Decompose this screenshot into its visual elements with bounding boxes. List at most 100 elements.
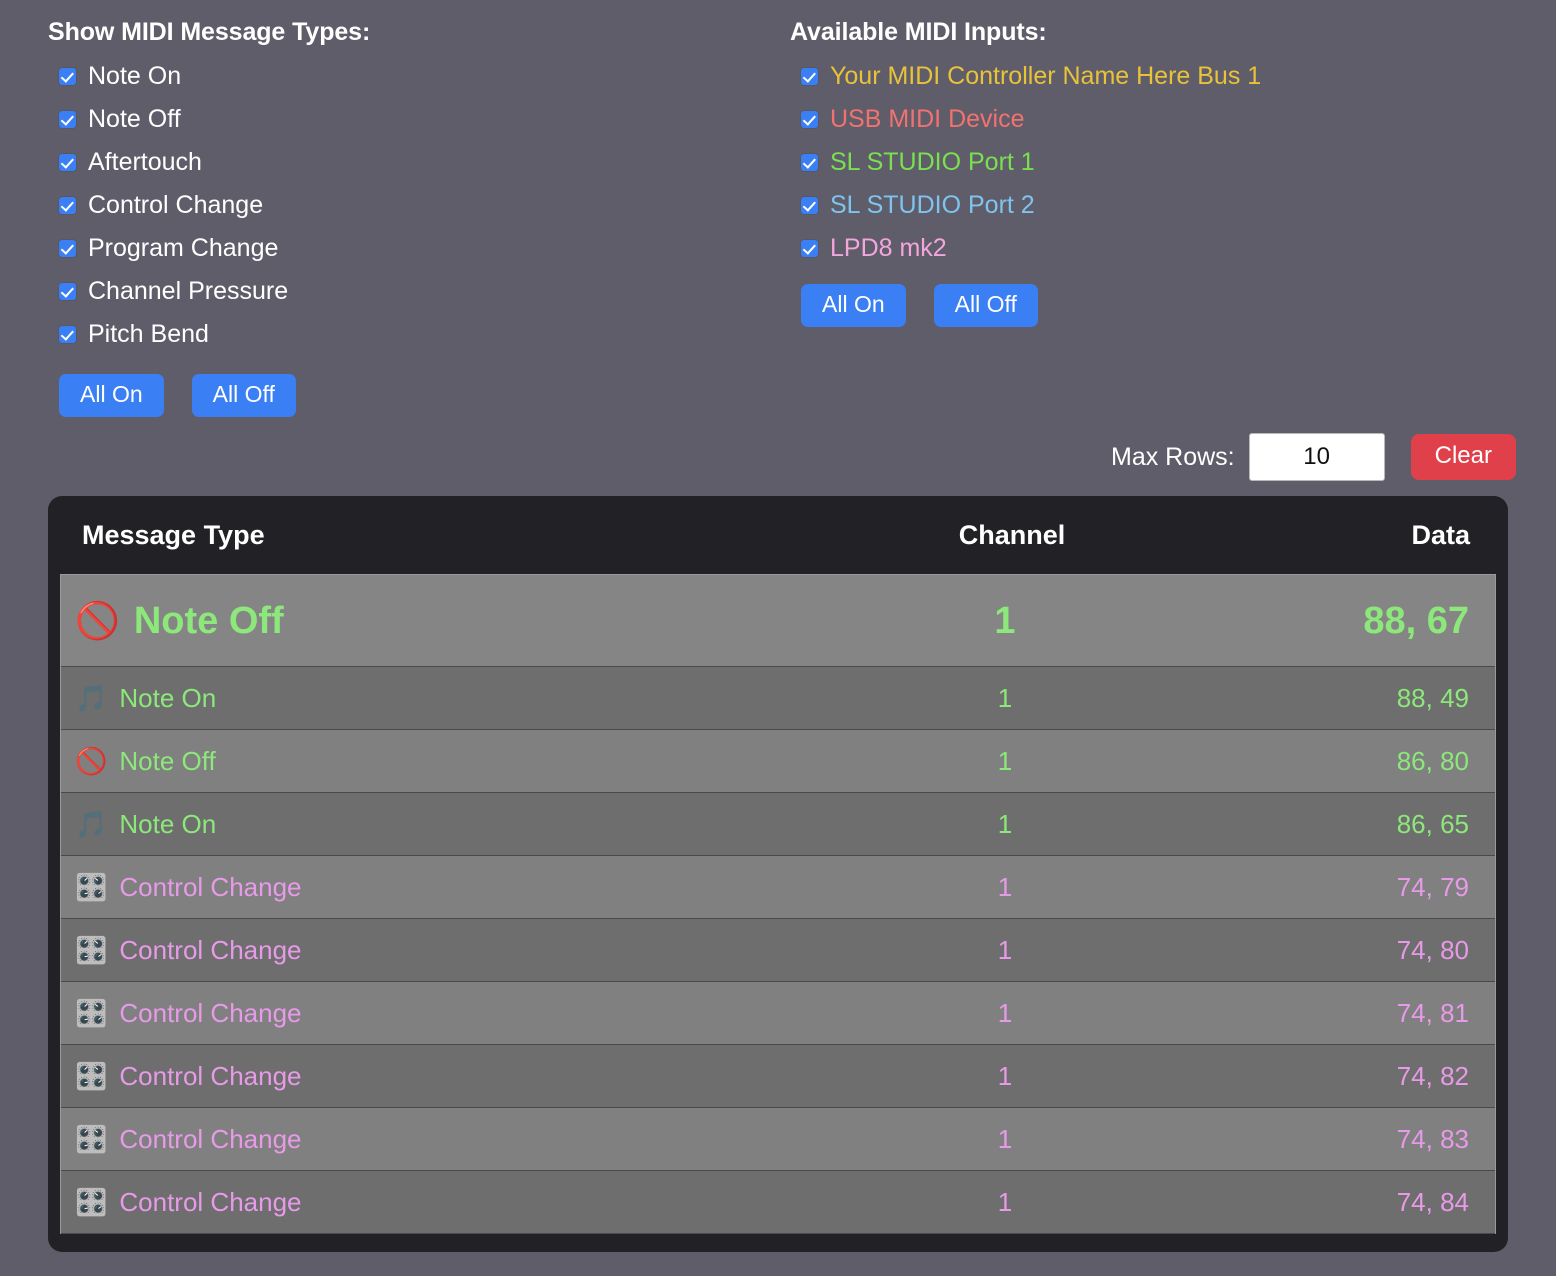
message-type-value: Control Change: [119, 1187, 302, 1217]
checkbox-midi-input-2[interactable]: [801, 154, 818, 171]
message-type-label[interactable]: Note Off: [88, 107, 181, 132]
midi-monitor-panel: Message Type Channel Data 🚫 Note Off 1 88, …: [48, 496, 1508, 1252]
checkbox-message-type-5[interactable]: [59, 283, 76, 300]
midi-inputs-title: Available MIDI Inputs:: [790, 18, 1047, 46]
checkbox-message-type-0[interactable]: [59, 68, 76, 85]
table-row: 🚫 Note Off 1 88, 67: [61, 575, 1495, 667]
data-value: 74, 84: [1396, 1187, 1469, 1217]
message-type-value: Control Change: [119, 998, 302, 1028]
message-type-value: Control Change: [119, 935, 302, 965]
message-type-value: Note On: [119, 683, 217, 713]
message-types-title: Show MIDI Message Types:: [48, 18, 371, 46]
message-type-row: Aftertouch: [48, 141, 770, 184]
message-type-row: Program Change: [48, 227, 770, 270]
musical-note-icon: 🎵: [75, 809, 108, 839]
midi-input-row: USB MIDI Device: [790, 98, 1550, 141]
table-row: 🎵 Note On 1 88, 49: [61, 667, 1495, 730]
message-types-button-row: All On All Off: [59, 374, 770, 417]
checkbox-midi-input-3[interactable]: [801, 197, 818, 214]
message-types-list: Note On Note Off Aftertouch Control Change P…: [48, 55, 770, 356]
message-type-row: Channel Pressure: [48, 270, 770, 313]
table-header-row: Message Type Channel Data: [60, 496, 1496, 574]
control-knobs-icon: 🎛️: [75, 872, 108, 902]
max-rows-input[interactable]: [1248, 433, 1385, 481]
column-header-channel: Channel: [958, 519, 1066, 550]
midi-input-row: LPD8 mk2: [790, 227, 1550, 270]
channel-value: 1: [997, 683, 1013, 713]
data-value: 74, 81: [1396, 998, 1469, 1028]
checkbox-midi-input-4[interactable]: [801, 240, 818, 257]
midi-input-label[interactable]: USB MIDI Device: [830, 107, 1024, 132]
checkbox-message-type-3[interactable]: [59, 197, 76, 214]
message-types-all-on-button[interactable]: All On: [59, 374, 164, 417]
channel-value: 1: [997, 746, 1013, 776]
message-type-label[interactable]: Channel Pressure: [88, 279, 288, 304]
midi-inputs-list: Your MIDI Controller Name Here Bus 1 USB …: [790, 55, 1550, 270]
column-header-message-type: Message Type: [82, 519, 265, 550]
table-body: 🚫 Note Off 1 88, 67 🎵 Note On 1 88, 49 🚫 Note Off…: [60, 574, 1496, 1234]
checkbox-midi-input-0[interactable]: [801, 68, 818, 85]
midi-inputs-panel: Available MIDI Inputs: Your MIDI Control…: [770, 0, 1550, 417]
checkbox-message-type-4[interactable]: [59, 240, 76, 257]
midi-input-label[interactable]: SL STUDIO Port 2: [830, 193, 1035, 218]
message-type-label[interactable]: Aftertouch: [88, 150, 202, 175]
table-row: 🎵 Note On 1 86, 65: [61, 793, 1495, 856]
message-type-row: Control Change: [48, 184, 770, 227]
table-row: 🎛️ Control Change 1 74, 80: [61, 919, 1495, 982]
message-type-label[interactable]: Program Change: [88, 236, 278, 261]
table-row: 🚫 Note Off 1 86, 80: [61, 730, 1495, 793]
table-row: 🎛️ Control Change 1 74, 79: [61, 856, 1495, 919]
prohibited-icon: 🚫: [75, 599, 120, 641]
data-value: 86, 80: [1396, 746, 1469, 776]
message-type-row: Pitch Bend: [48, 313, 770, 356]
control-knobs-icon: 🎛️: [75, 935, 108, 965]
data-value: 86, 65: [1396, 809, 1469, 839]
controls-area: Show MIDI Message Types: Note On Note Off…: [0, 0, 1556, 417]
midi-inputs-all-on-button[interactable]: All On: [801, 284, 906, 327]
data-value: 74, 83: [1396, 1124, 1469, 1154]
control-knobs-icon: 🎛️: [75, 1061, 108, 1091]
midi-input-row: SL STUDIO Port 1: [790, 141, 1550, 184]
message-types-all-off-button[interactable]: All Off: [191, 374, 296, 417]
channel-value: 1: [997, 998, 1013, 1028]
data-value: 74, 80: [1396, 935, 1469, 965]
table-row: 🎛️ Control Change 1 74, 82: [61, 1045, 1495, 1108]
message-types-panel: Show MIDI Message Types: Note On Note Off…: [0, 0, 770, 417]
control-knobs-icon: 🎛️: [75, 1187, 108, 1217]
data-value: 88, 49: [1396, 683, 1469, 713]
channel-value: 1: [997, 935, 1013, 965]
message-type-value: Note Off: [133, 599, 284, 642]
midi-input-label[interactable]: LPD8 mk2: [830, 236, 947, 261]
table-row: 🎛️ Control Change 1 74, 83: [61, 1108, 1495, 1171]
midi-input-label[interactable]: Your MIDI Controller Name Here Bus 1: [830, 64, 1261, 89]
midi-input-row: SL STUDIO Port 2: [790, 184, 1550, 227]
table-row: 🎛️ Control Change 1 74, 81: [61, 982, 1495, 1045]
message-type-value: Control Change: [119, 1124, 302, 1154]
message-type-value: Note On: [119, 809, 217, 839]
midi-input-label[interactable]: SL STUDIO Port 1: [830, 150, 1035, 175]
table-row: 🎛️ Control Change 1 74, 84: [61, 1171, 1495, 1234]
channel-value: 1: [997, 1061, 1013, 1091]
channel-value: 1: [997, 1187, 1013, 1217]
clear-button[interactable]: Clear: [1410, 434, 1516, 480]
control-knobs-icon: 🎛️: [75, 998, 108, 1028]
midi-inputs-button-row: All On All Off: [801, 284, 1550, 327]
midi-input-row: Your MIDI Controller Name Here Bus 1: [790, 55, 1550, 98]
data-value: 74, 79: [1396, 872, 1469, 902]
midi-inputs-all-off-button[interactable]: All Off: [933, 284, 1038, 327]
message-type-row: Note Off: [48, 98, 770, 141]
checkbox-midi-input-1[interactable]: [801, 111, 818, 128]
message-type-label[interactable]: Pitch Bend: [88, 322, 209, 347]
midi-monitor-page: Show MIDI Message Types: Note On Note Off…: [0, 0, 1556, 1276]
message-type-value: Control Change: [119, 872, 302, 902]
data-value: 88, 67: [1363, 599, 1469, 642]
checkbox-message-type-1[interactable]: [59, 111, 76, 128]
message-type-value: Control Change: [119, 1061, 302, 1091]
message-type-label[interactable]: Control Change: [88, 193, 263, 218]
musical-note-icon: 🎵: [75, 683, 108, 713]
checkbox-message-type-6[interactable]: [59, 326, 76, 343]
message-type-label[interactable]: Note On: [88, 64, 181, 89]
channel-value: 1: [997, 809, 1013, 839]
channel-value: 1: [994, 599, 1016, 642]
checkbox-message-type-2[interactable]: [59, 154, 76, 171]
